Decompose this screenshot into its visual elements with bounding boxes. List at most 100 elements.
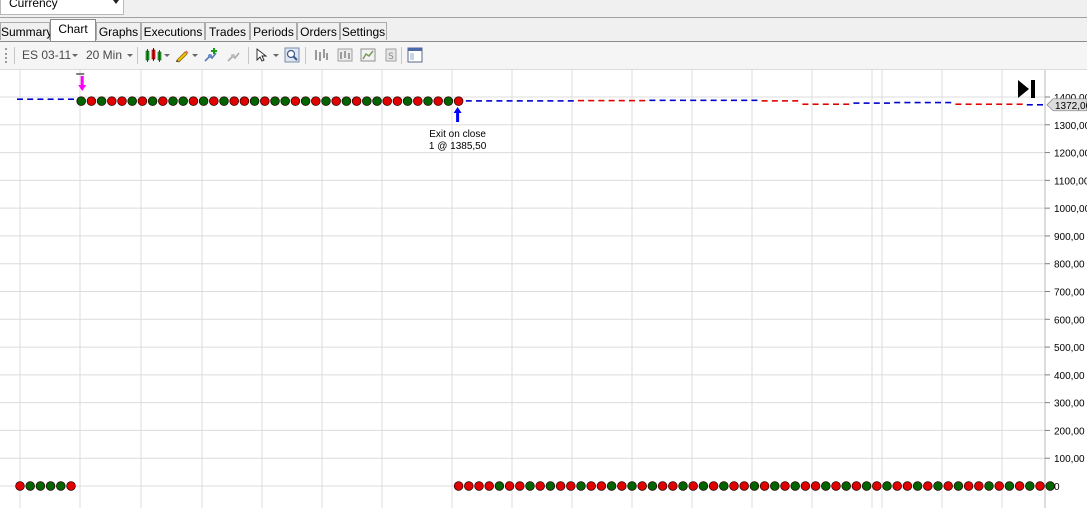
y-axis-tick-label: 1300,00 bbox=[1054, 121, 1087, 132]
tab-trades[interactable]: Trades bbox=[205, 22, 250, 40]
pnl-marker bbox=[698, 481, 709, 491]
position-marker bbox=[351, 96, 362, 106]
position-marker bbox=[321, 96, 331, 106]
position-marker bbox=[96, 96, 107, 106]
pnl-marker bbox=[1045, 481, 1055, 491]
position-marker bbox=[402, 96, 413, 106]
pnl-marker bbox=[770, 481, 780, 491]
position-marker bbox=[249, 96, 260, 106]
pnl-marker bbox=[729, 481, 739, 491]
tab-settings[interactable]: Settings bbox=[340, 22, 387, 40]
position-marker bbox=[188, 96, 199, 106]
tab-graphs[interactable]: Graphs bbox=[96, 22, 141, 40]
y-axis-tick-label: 200,00 bbox=[1054, 426, 1085, 437]
position-marker bbox=[413, 96, 423, 106]
remove-indicator-icon[interactable] bbox=[226, 47, 242, 63]
cursor-dropdown-icon[interactable] bbox=[273, 54, 279, 57]
account-selector-value: Currency bbox=[9, 0, 58, 10]
toolbar-grip[interactable] bbox=[5, 48, 10, 63]
chart-properties-icon[interactable] bbox=[337, 47, 353, 63]
pnl-marker bbox=[688, 481, 698, 491]
pnl-marker bbox=[15, 481, 25, 491]
dropdown-arrow-icon[interactable] bbox=[113, 0, 119, 4]
pnl-marker bbox=[474, 481, 484, 491]
trade-annotations: Exit on close 1 @ 1385,50 bbox=[429, 129, 487, 152]
pnl-marker bbox=[464, 481, 474, 491]
tab-periods[interactable]: Periods bbox=[250, 22, 297, 40]
data-box-icon[interactable] bbox=[360, 47, 376, 63]
tab-orders[interactable]: Orders bbox=[297, 22, 340, 40]
pnl-marker bbox=[504, 481, 515, 491]
pnl-marker bbox=[994, 481, 1004, 491]
pnl-marker bbox=[453, 481, 464, 491]
pnl-marker bbox=[1004, 481, 1015, 491]
tab-bar: Summary Chart Graphs Executions Trades P… bbox=[0, 18, 1087, 42]
position-marker bbox=[86, 96, 97, 106]
account-selector[interactable]: Currency bbox=[0, 0, 124, 15]
svg-text:S: S bbox=[388, 52, 394, 62]
pnl-marker bbox=[943, 481, 953, 491]
pnl-marker bbox=[759, 481, 770, 491]
pnl-marker bbox=[535, 481, 545, 491]
position-marker bbox=[362, 96, 372, 106]
interval-selector[interactable]: 20 Min bbox=[86, 48, 122, 62]
pnl-marker bbox=[566, 481, 576, 491]
pnl-marker bbox=[892, 481, 902, 491]
zoom-icon[interactable] bbox=[284, 47, 300, 63]
pnl-marker bbox=[617, 481, 627, 491]
current-price-label: 1372,00 bbox=[1055, 101, 1087, 112]
pnl-marker bbox=[35, 481, 46, 491]
pnl-marker bbox=[1035, 481, 1045, 491]
pnl-marker bbox=[647, 481, 658, 491]
instrument-dropdown-icon[interactable] bbox=[72, 54, 78, 57]
chart-toolbar: ES 03-11 20 Min S bbox=[0, 42, 1087, 70]
scroll-to-end-icon[interactable] bbox=[1018, 80, 1035, 98]
pnl-marker bbox=[525, 481, 535, 491]
position-marker bbox=[76, 96, 86, 106]
candlestick-style-icon[interactable] bbox=[144, 47, 164, 63]
strategy-icon[interactable]: S bbox=[383, 47, 399, 63]
pnl-marker bbox=[923, 481, 933, 491]
position-marker bbox=[229, 96, 239, 106]
pnl-marker bbox=[678, 481, 688, 491]
price-chart[interactable]: 1400,001300,001200,001100,001000,00900,0… bbox=[0, 70, 1087, 508]
tab-executions[interactable]: Executions bbox=[141, 22, 205, 40]
cursor-select-icon[interactable] bbox=[254, 47, 270, 63]
tab-chart[interactable]: Chart bbox=[50, 19, 96, 41]
position-marker bbox=[270, 96, 280, 106]
pencil-draw-icon[interactable] bbox=[174, 47, 190, 63]
pnl-marker bbox=[586, 481, 596, 491]
chart-style-dropdown-icon[interactable] bbox=[164, 54, 170, 57]
pnl-marker bbox=[912, 481, 923, 491]
y-axis: 1400,001300,001200,001100,001000,00900,0… bbox=[1045, 93, 1087, 493]
pnl-marker bbox=[800, 481, 811, 491]
drawing-tools-dropdown-icon[interactable] bbox=[192, 54, 198, 57]
pnl-marker bbox=[780, 481, 790, 491]
position-marker bbox=[147, 96, 158, 106]
toolbar-separator bbox=[401, 47, 402, 64]
interval-dropdown-icon[interactable] bbox=[127, 54, 133, 57]
chart-area[interactable]: 1400,001300,001200,001100,001000,00900,0… bbox=[0, 70, 1087, 508]
position-marker bbox=[158, 96, 168, 106]
y-axis-tick-label: 700,00 bbox=[1054, 288, 1085, 299]
y-axis-tick-label: 600,00 bbox=[1054, 315, 1085, 326]
bar-spacing-icon[interactable] bbox=[313, 47, 329, 63]
add-indicator-icon[interactable] bbox=[203, 47, 219, 63]
pnl-marker bbox=[749, 481, 760, 491]
pnl-marker bbox=[515, 481, 525, 491]
pnl-marker bbox=[576, 481, 586, 491]
pnl-marker bbox=[555, 481, 566, 491]
exit-detail: 1 @ 1385,50 bbox=[429, 141, 487, 152]
pnl-marker bbox=[841, 481, 851, 491]
y-axis-tick-label: 0 bbox=[1054, 482, 1060, 493]
tab-summary[interactable]: Summary bbox=[0, 22, 52, 40]
window-panel-icon[interactable] bbox=[407, 47, 423, 63]
position-marker bbox=[260, 96, 270, 106]
position-marker bbox=[117, 96, 127, 106]
instrument-selector[interactable]: ES 03-11 bbox=[22, 48, 71, 62]
pnl-marker bbox=[984, 481, 994, 491]
position-marker bbox=[443, 96, 454, 106]
y-axis-tick-label: 100,00 bbox=[1054, 454, 1085, 465]
pnl-marker bbox=[831, 481, 841, 491]
pnl-marker bbox=[882, 481, 892, 491]
